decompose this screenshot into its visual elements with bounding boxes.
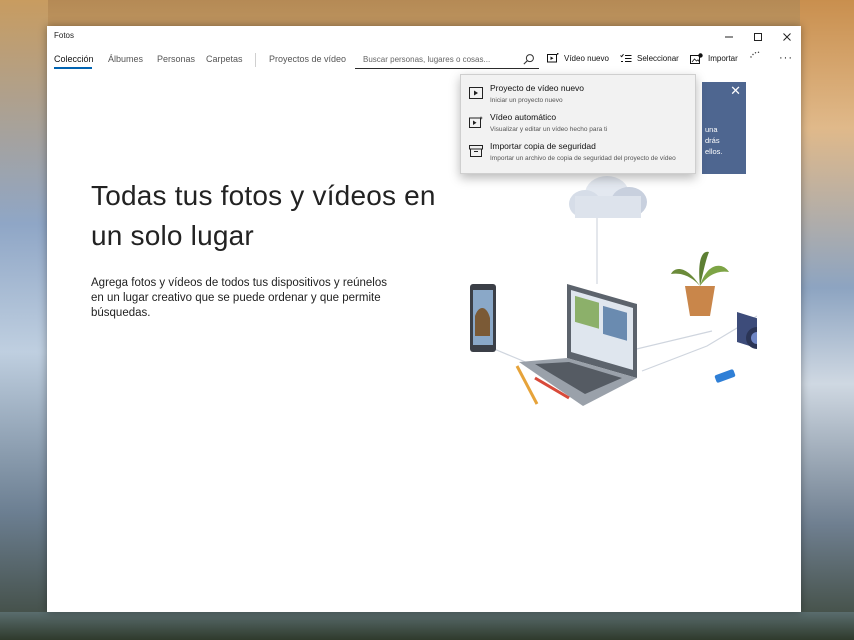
sync-progress-indicator (749, 50, 761, 60)
loading-dots-icon (750, 51, 760, 58)
maximize-button[interactable] (744, 28, 772, 46)
toolbar: Colección Álbumes Personas Carpetas Proy… (47, 48, 801, 72)
app-title: Fotos (54, 31, 75, 40)
menu-item-subtitle: Visualizar y editar un vídeo hecho para … (490, 126, 608, 133)
title-bar[interactable]: Fotos (47, 26, 801, 48)
laptop-illustration (519, 284, 637, 406)
import-icon (690, 53, 703, 64)
tab-coleccion[interactable]: Colección (54, 54, 94, 64)
tab-proyectos-de-video[interactable]: Proyectos de vídeo (269, 54, 346, 64)
teaching-tip-partial-text: una drás ellos. (705, 125, 723, 156)
auto-video-icon (469, 116, 483, 128)
search-box (355, 51, 539, 69)
teaching-tip: ✕ una drás ellos. (702, 82, 746, 174)
menu-item-new-video-project[interactable]: Proyecto de vídeo nuevo Iniciar un proye… (461, 79, 695, 107)
menu-item-title: Proyecto de vídeo nuevo (490, 83, 585, 93)
import-button[interactable]: Importar (690, 53, 738, 64)
desktop-wallpaper-bottom (0, 612, 854, 640)
menu-item-auto-video[interactable]: Vídeo automático Visualizar y editar un … (461, 108, 695, 136)
search-input[interactable] (355, 52, 521, 66)
new-video-label: Vídeo nuevo (564, 53, 609, 63)
new-video-button[interactable]: Vídeo nuevo (547, 53, 609, 63)
minimize-icon (725, 36, 733, 38)
active-tab-indicator (54, 67, 92, 69)
devices-illustration (470, 176, 757, 406)
camera-illustration (737, 312, 757, 349)
new-video-dropdown-menu: Proyecto de vídeo nuevo Iniciar un proye… (460, 74, 696, 174)
menu-item-import-backup[interactable]: Importar copia de seguridad Importar un … (461, 137, 695, 171)
menu-item-title: Vídeo automático (490, 112, 557, 122)
tab-albumes[interactable]: Álbumes (108, 54, 143, 64)
desktop-wallpaper-left (0, 0, 48, 640)
phone-illustration (470, 284, 496, 352)
video-project-icon (469, 87, 483, 99)
menu-item-title: Importar copia de seguridad (490, 141, 596, 151)
tab-personas[interactable]: Personas (157, 54, 195, 64)
maximize-icon (754, 33, 762, 41)
teaching-tip-close-button[interactable]: ✕ (730, 84, 741, 98)
cloud-illustration (569, 176, 647, 218)
minimize-button[interactable] (715, 28, 743, 46)
photos-app-window: Fotos Colección Álbumes Personas Carpeta… (47, 26, 801, 612)
import-label: Importar (708, 54, 738, 63)
desktop-wallpaper-right (800, 0, 854, 640)
menu-item-subtitle: Importar un archivo de copia de segurida… (490, 155, 676, 162)
search-icon[interactable] (522, 53, 535, 66)
menu-item-subtitle: Iniciar un proyecto nuevo (490, 97, 563, 104)
main-heading: Todas tus fotos y vídeos en un solo luga… (91, 180, 436, 251)
more-options-icon: ··· (779, 52, 793, 64)
import-backup-icon (469, 145, 483, 157)
select-label: Seleccionar (637, 53, 679, 63)
close-icon (783, 33, 791, 41)
nav-divider (255, 53, 256, 67)
tab-carpetas[interactable]: Carpetas (206, 54, 243, 64)
main-description: Agrega fotos y vídeos de todos tus dispo… (91, 277, 387, 319)
teaching-tip-text: una drás ellos. (705, 124, 745, 157)
close-button[interactable] (773, 28, 801, 46)
select-list-icon (620, 53, 632, 62)
plant-illustration (671, 251, 729, 316)
more-options-button[interactable]: ··· (779, 52, 793, 64)
select-button[interactable]: Seleccionar (620, 53, 679, 63)
video-icon (547, 53, 559, 63)
usb-drive-illustration (714, 369, 736, 383)
